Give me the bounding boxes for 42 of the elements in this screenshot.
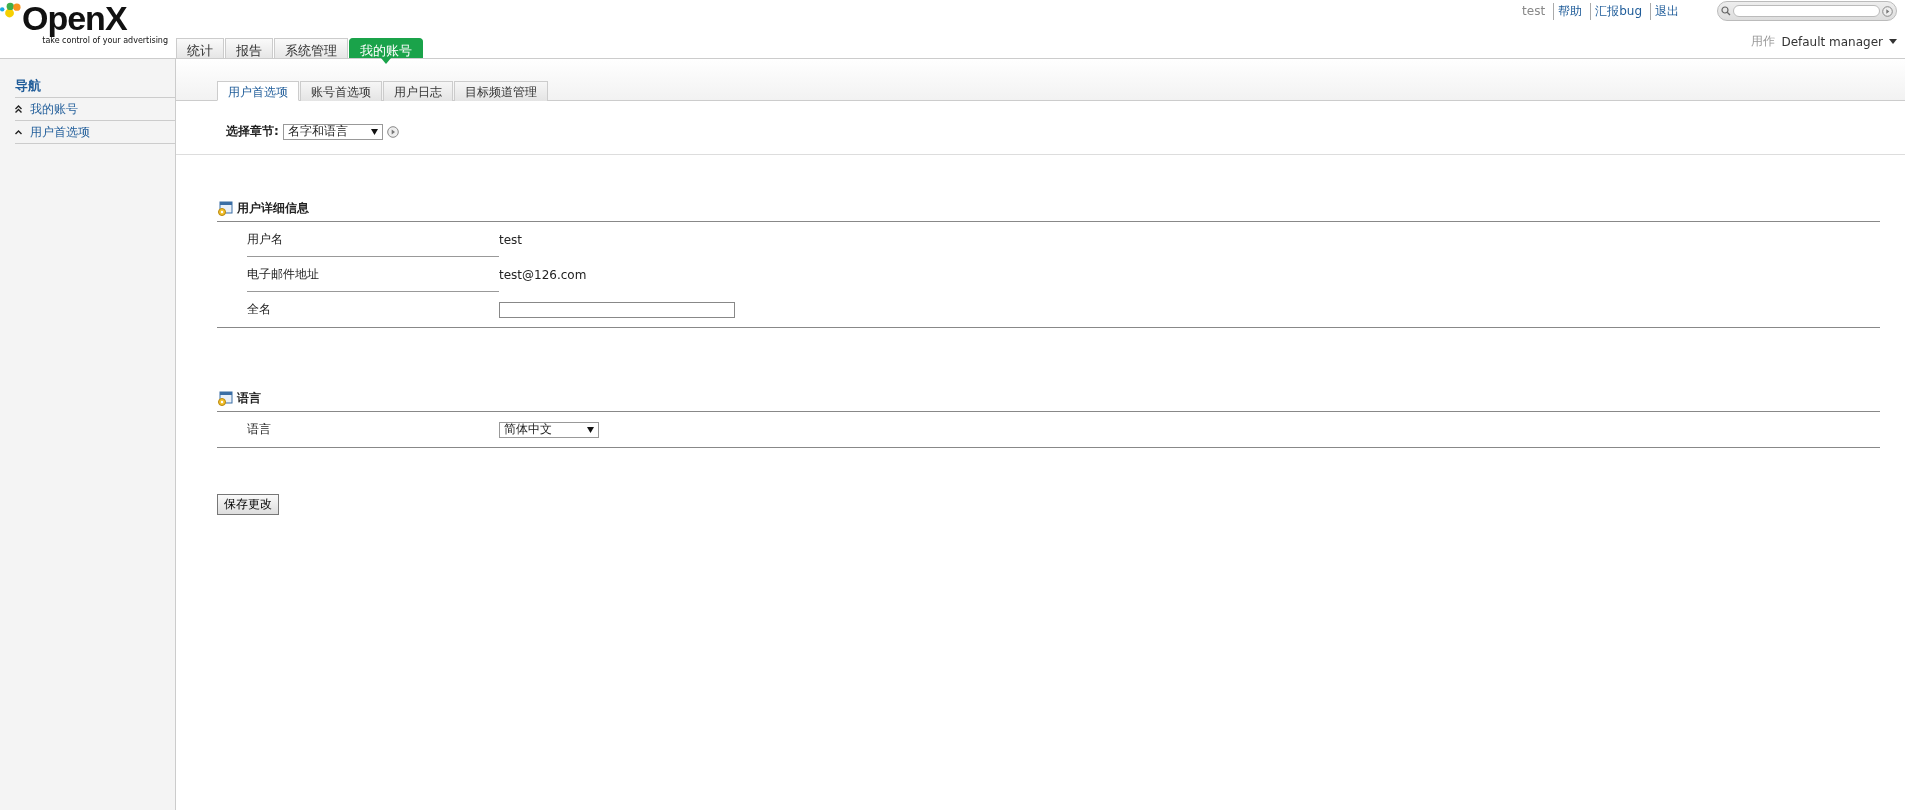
- go-icon[interactable]: [386, 125, 399, 138]
- section-title: 用户详细信息: [237, 200, 309, 217]
- main-tab[interactable]: 系统管理: [274, 38, 348, 58]
- header-link[interactable]: 汇报bug: [1590, 2, 1646, 20]
- settings-window-icon: [217, 200, 233, 217]
- section-title: 语言: [237, 390, 261, 407]
- chevron-icon: [15, 129, 22, 135]
- field-label: 全名: [247, 301, 271, 318]
- logo-tagline: take control of your advertising: [42, 36, 169, 45]
- settings-window-icon: [217, 390, 233, 407]
- save-button[interactable]: 保存更改: [217, 494, 279, 515]
- double-chevron-icon: [15, 105, 22, 113]
- section-dropdown[interactable]: 名字和语言: [282, 123, 383, 140]
- go-icon[interactable]: [1882, 5, 1893, 17]
- main-tab[interactable]: 统计: [176, 38, 224, 58]
- sub-tab[interactable]: 用户首选项: [217, 81, 299, 101]
- header-link[interactable]: 帮助: [1553, 2, 1587, 20]
- field-label: 用户名: [247, 230, 283, 248]
- sub-tab[interactable]: 目标频道管理: [454, 81, 548, 101]
- field-label: 语言: [247, 421, 271, 438]
- nav-item[interactable]: 我的账号: [15, 98, 175, 121]
- sub-tab[interactable]: 用户日志: [383, 81, 453, 101]
- field-label: 电子邮件地址: [247, 265, 319, 283]
- language-dropdown[interactable]: 简体中文: [499, 421, 599, 438]
- nav-title: 导航: [15, 77, 175, 98]
- search-field[interactable]: [1717, 1, 1897, 21]
- main-tab[interactable]: 报告: [225, 38, 273, 58]
- nav-item[interactable]: 用户首选项: [15, 121, 175, 144]
- input-field[interactable]: [499, 301, 735, 318]
- username-label: test: [1521, 4, 1547, 18]
- tab-pointer-icon: [381, 58, 391, 64]
- dropdown-caret-icon: [370, 128, 378, 135]
- header-link[interactable]: 退出: [1650, 2, 1683, 20]
- account-switcher[interactable]: Default manager: [1781, 34, 1883, 49]
- field-value: test@126.com: [499, 267, 587, 282]
- sub-tab[interactable]: 账号首选项: [300, 81, 382, 101]
- search-icon: [1721, 6, 1731, 16]
- account-label: 用作: [1751, 33, 1776, 50]
- field-value: test: [499, 232, 523, 247]
- section-select-label: 选择章节:: [226, 123, 279, 140]
- caret-icon: [1889, 39, 1897, 44]
- dropdown-caret-icon: [587, 426, 594, 433]
